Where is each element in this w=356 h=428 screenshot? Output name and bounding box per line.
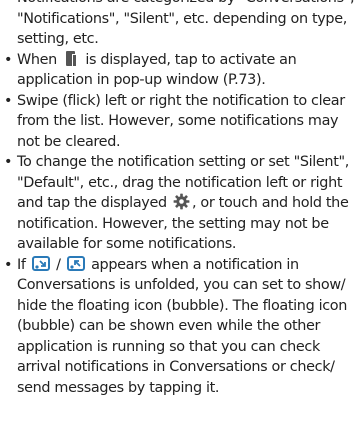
item-text-after: appears when a notification in Conversat… [17, 256, 348, 396]
manual-page: Notifications are categorized by "Conver… [0, 0, 356, 416]
list-item-categories: Notifications are categorized by "Conver… [4, 0, 356, 50]
item-text: Notifications are categorized by "Conver… [17, 0, 355, 47]
list-item-popup-window: When is displayed, tap to activate an ap… [4, 50, 356, 91]
notification-notes-list: Notifications are categorized by "Conver… [4, 0, 356, 398]
list-item-floating-bubble: If / appears when a notification in Conv… [4, 255, 356, 399]
icon-separator: / [56, 256, 61, 273]
list-item-change-setting: To change the notification setting or se… [4, 152, 356, 255]
item-text-after: is displayed, tap to activate an applica… [17, 51, 297, 89]
item-text: Swipe (flick) left or right the notifica… [17, 92, 345, 150]
gear-icon [173, 193, 190, 210]
popup-window-icon [63, 50, 79, 67]
item-text-before: If [17, 256, 26, 273]
item-text-before: When [17, 51, 57, 68]
bubble-collapse-icon [66, 255, 85, 272]
bubble-expand-icon [31, 255, 50, 272]
list-item-swipe-clear: Swipe (flick) left or right the notifica… [4, 91, 356, 153]
